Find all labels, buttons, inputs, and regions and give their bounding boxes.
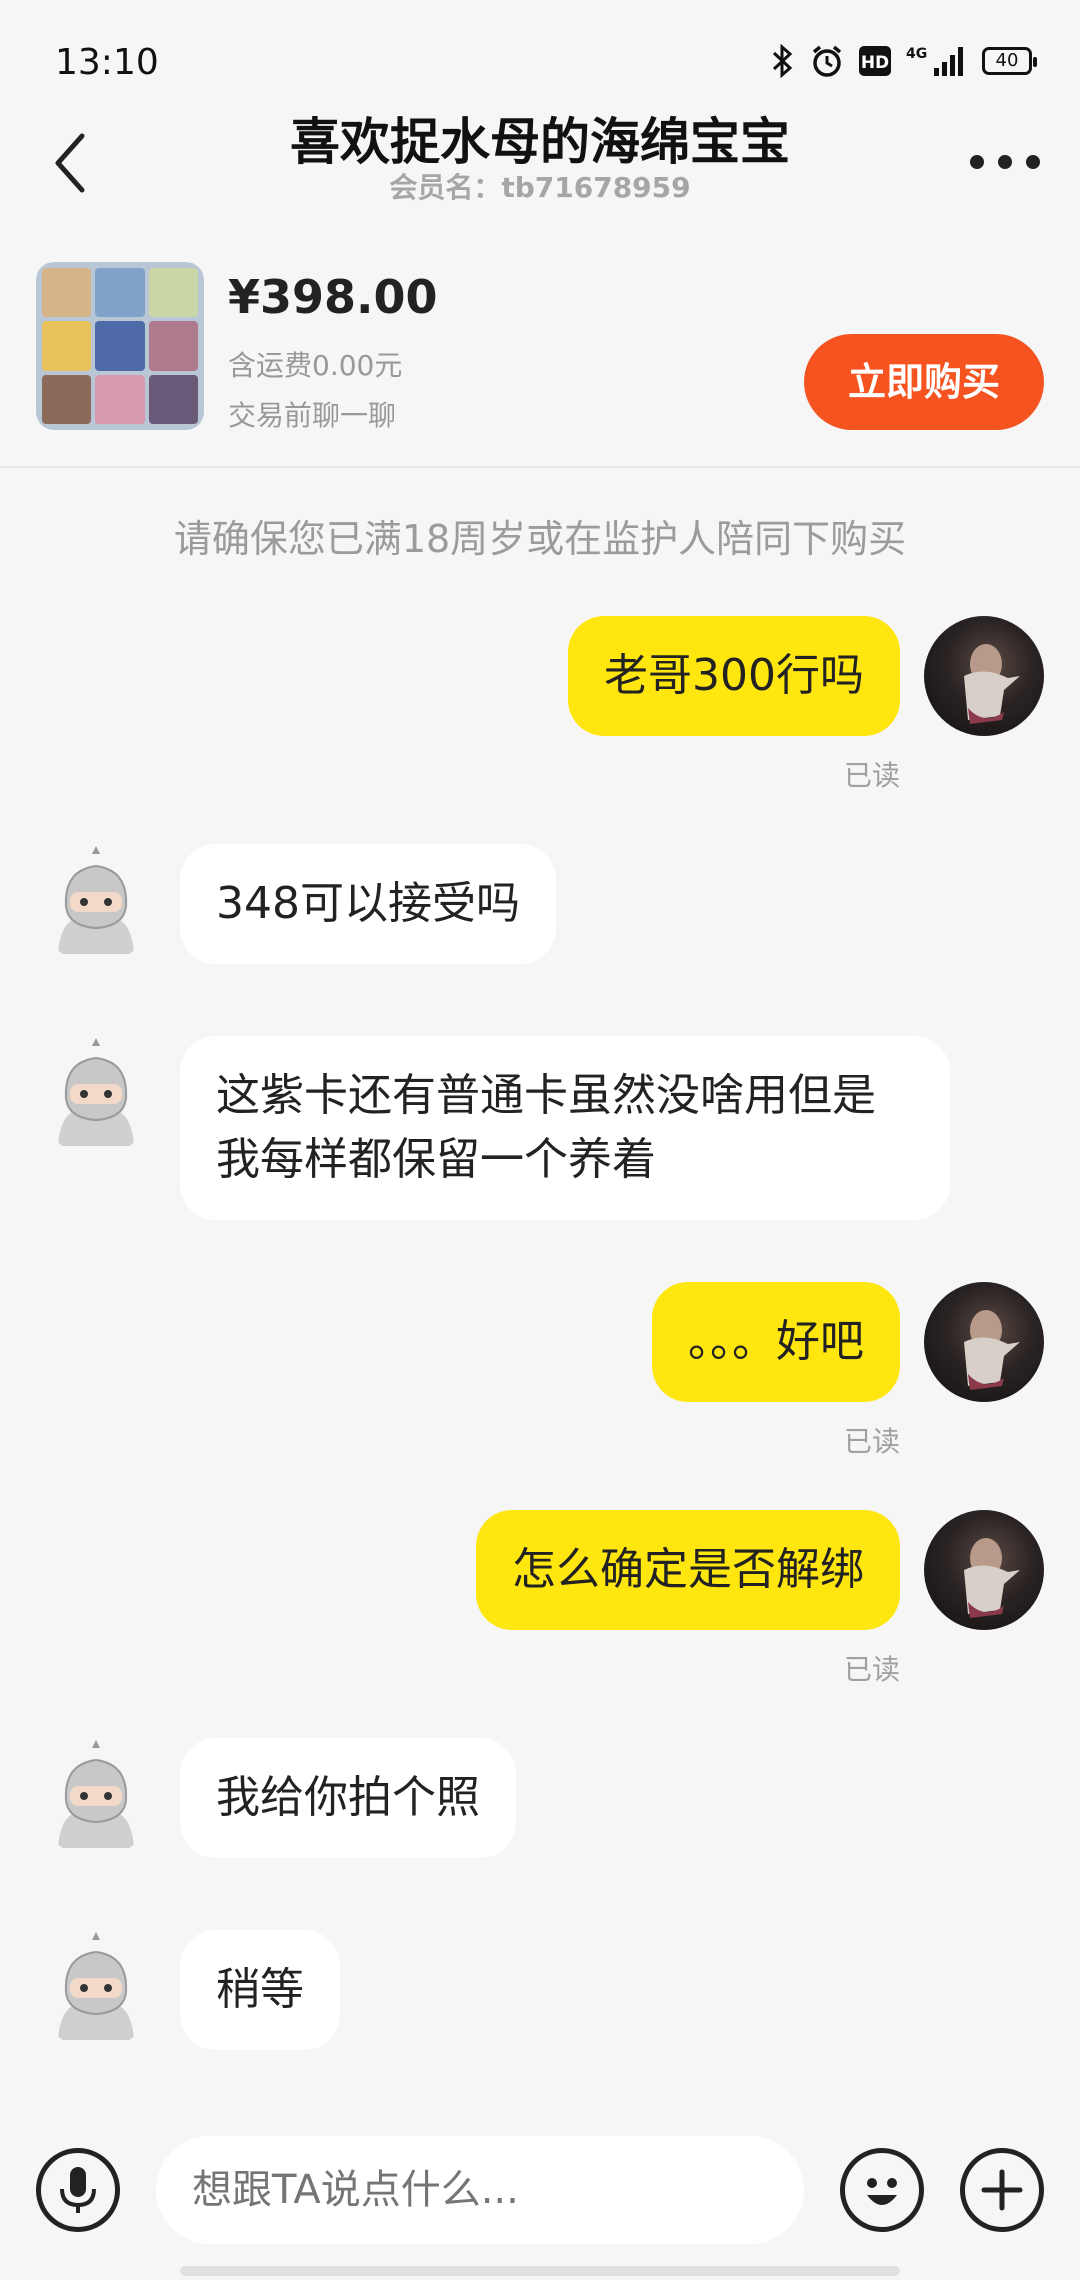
status-time: 13:10 [55,42,159,83]
chat-header: 喜欢捉水母的海绵宝宝 会员名：tb71678959 [0,100,1080,210]
emoji-icon [867,2178,897,2205]
network-label: 4G [906,46,927,62]
more-icon [1026,155,1040,169]
plus-button[interactable] [960,2148,1044,2232]
message-bubble[interactable]: 怎么确定是否解绑 [476,1510,900,1630]
read-status: 已读 [843,1425,900,1458]
signal-icon: 4G [906,46,963,76]
message-bubble[interactable]: 。。。好吧 [652,1282,900,1402]
my-avatar[interactable] [924,616,1044,736]
message-bubble[interactable]: 348可以接受吗 [180,844,556,964]
more-button[interactable] [970,142,1040,182]
my-avatar[interactable] [924,1282,1044,1402]
seller-avatar[interactable] [36,844,156,964]
seller-avatar[interactable] [36,1036,156,1156]
voice-button[interactable] [36,2148,120,2232]
buy-now-button[interactable]: 立即购买 [804,334,1044,430]
hd-icon: HD [859,46,891,76]
emoji-button[interactable] [840,2148,924,2232]
input-bar [0,2120,1080,2260]
product-price: ¥398.00 [228,270,438,324]
read-status: 已读 [843,759,900,792]
more-icon [970,155,984,169]
bluetooth-icon [772,44,793,78]
battery-icon: 40 [982,47,1037,75]
message-bubble[interactable]: 这紫卡还有普通卡虽然没啥用但是我每样都保留一个养着 [180,1036,950,1220]
message-bubble[interactable]: 老哥300行吗 [568,616,900,736]
seller-avatar[interactable] [36,1930,156,2050]
age-notice: 请确保您已满18周岁或在监护人陪同下购买 [173,517,907,561]
product-thumbnail[interactable] [36,262,204,430]
svg-text:HD: HD [861,53,889,73]
member-name: 会员名：tb71678959 [389,171,691,204]
page-title: 喜欢捉水母的海绵宝宝 [290,113,790,171]
home-indicator [180,2266,900,2276]
shipping-info: 含运费0.00元 [228,349,403,382]
seller-avatar[interactable] [36,1738,156,1858]
chat-note: 交易前聊一聊 [228,399,397,432]
read-status: 已读 [843,1653,900,1686]
alarm-icon [812,45,842,77]
my-avatar[interactable] [924,1510,1044,1630]
more-icon [998,155,1012,169]
product-card[interactable]: ¥398.00 含运费0.00元 交易前聊一聊 立即购买 [0,240,1080,468]
plus-icon [981,2169,1023,2211]
status-icons: HD 4G 40 [770,44,1037,78]
message-input[interactable] [156,2136,804,2244]
microphone-icon [60,2167,96,2213]
message-bubble[interactable]: 我给你拍个照 [180,1738,516,1858]
message-bubble[interactable]: 稍等 [180,1930,340,2050]
